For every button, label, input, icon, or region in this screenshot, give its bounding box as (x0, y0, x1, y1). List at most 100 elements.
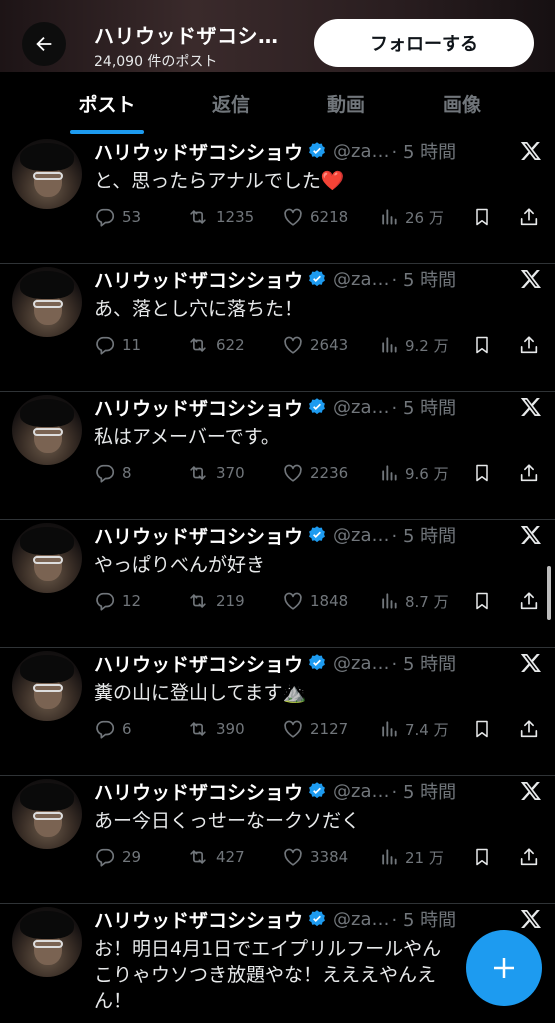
avatar[interactable] (12, 395, 82, 465)
back-button[interactable] (22, 22, 66, 66)
like-button[interactable]: 6218 (282, 202, 348, 232)
like-button[interactable]: 2236 (282, 458, 348, 488)
author-handle[interactable]: @za… (333, 269, 389, 290)
reply-button[interactable]: 29 (94, 842, 141, 872)
follow-button[interactable]: フォローする (314, 19, 534, 67)
post-time[interactable]: · 5 時間 (392, 906, 457, 932)
avatar[interactable] (12, 651, 82, 721)
author-name[interactable]: ハリウッドザコシショウ (94, 778, 303, 805)
x-logo-icon[interactable] (519, 395, 543, 423)
post-item[interactable]: ハリウッドザコシショウ @za… · 5 時間 糞の山に登山してます⛰️ 6 390 212… (0, 648, 555, 776)
tab-posts[interactable]: ポスト (42, 72, 172, 134)
avatar[interactable] (12, 779, 82, 849)
post-feed[interactable]: ハリウッドザコシショウ @za… · 5 時間 と、思ったらアナルでした❤️ 53 123… (0, 134, 555, 1023)
share-button[interactable] (518, 714, 546, 744)
avatar[interactable] (12, 139, 82, 209)
reply-button[interactable]: 8 (94, 458, 132, 488)
reply-icon (94, 718, 122, 740)
share-button[interactable] (518, 458, 546, 488)
arrow-left-icon (36, 36, 52, 52)
x-logo-icon[interactable] (519, 651, 543, 679)
author-handle[interactable]: @za… (333, 781, 389, 802)
likes-count: 6218 (310, 208, 349, 226)
share-button[interactable] (518, 202, 546, 232)
share-icon (518, 462, 546, 484)
views-button[interactable]: 26 万 (379, 202, 444, 232)
share-icon (518, 590, 546, 612)
post-time[interactable]: · 5 時間 (392, 138, 457, 164)
post-item[interactable]: ハリウッドザコシショウ @za… · 5 時間 あー今日くっせーなークソだく 29 427… (0, 776, 555, 904)
profile-header: ハリウッドザコシ… 24,090 件のポスト フォローする (0, 0, 555, 72)
post-header: ハリウッドザコシショウ @za… · 5 時間 (94, 136, 514, 166)
post-item[interactable]: ハリウッドザコシショウ @za… · 5 時間 私はアメーバーです。 8 370 2236 9… (0, 392, 555, 520)
reply-icon (94, 206, 122, 228)
likes-count: 3384 (310, 848, 349, 866)
author-name[interactable]: ハリウッドザコシショウ (94, 906, 303, 933)
post-item[interactable]: ハリウッドザコシショウ @za… · 5 時間 やっぱりべんが好き 12 219 1848 8… (0, 520, 555, 648)
author-handle[interactable]: @za… (333, 653, 389, 674)
compose-button[interactable] (466, 930, 542, 1006)
post-header: ハリウッドザコシショウ @za… · 5 時間 (94, 648, 514, 678)
scrollbar[interactable] (547, 566, 551, 620)
views-count: 9.2 万 (405, 336, 449, 355)
x-logo-icon[interactable] (519, 779, 543, 807)
avatar[interactable] (12, 907, 82, 977)
x-logo-icon[interactable] (519, 139, 543, 167)
share-button[interactable] (518, 330, 546, 360)
reply-button[interactable]: 6 (94, 714, 132, 744)
author-handle[interactable]: @za… (333, 909, 389, 930)
repost-button[interactable]: 370 (186, 458, 245, 488)
share-button[interactable] (518, 842, 546, 872)
author-name[interactable]: ハリウッドザコシショウ (94, 522, 303, 549)
reply-button[interactable]: 53 (94, 202, 141, 232)
bookmark-button[interactable] (472, 202, 498, 232)
views-button[interactable]: 7.4 万 (379, 714, 449, 744)
post-time[interactable]: · 5 時間 (392, 394, 457, 420)
tab-replies[interactable]: 返信 (166, 72, 296, 134)
tab-images[interactable]: 画像 (397, 72, 527, 134)
bookmark-button[interactable] (472, 330, 498, 360)
post-time[interactable]: · 5 時間 (392, 266, 457, 292)
bookmark-button[interactable] (472, 842, 498, 872)
author-name[interactable]: ハリウッドザコシショウ (94, 266, 303, 293)
views-button[interactable]: 9.6 万 (379, 458, 449, 488)
author-name[interactable]: ハリウッドザコシショウ (94, 650, 303, 677)
x-logo-icon[interactable] (519, 523, 543, 551)
x-logo-icon[interactable] (519, 907, 543, 935)
author-name[interactable]: ハリウッドザコシショウ (94, 394, 303, 421)
like-button[interactable]: 2127 (282, 714, 348, 744)
post-time[interactable]: · 5 時間 (392, 522, 457, 548)
like-button[interactable]: 3384 (282, 842, 348, 872)
views-button[interactable]: 8.7 万 (379, 586, 449, 616)
author-name[interactable]: ハリウッドザコシショウ (94, 138, 303, 165)
repost-button[interactable]: 390 (186, 714, 245, 744)
bookmark-button[interactable] (472, 586, 498, 616)
post-time[interactable]: · 5 時間 (392, 650, 457, 676)
post-header: ハリウッドザコシショウ @za… · 5 時間 (94, 264, 514, 294)
author-handle[interactable]: @za… (333, 525, 389, 546)
repost-button[interactable]: 219 (186, 586, 245, 616)
author-handle[interactable]: @za… (333, 141, 389, 162)
avatar[interactable] (12, 523, 82, 593)
reply-button[interactable]: 11 (94, 330, 141, 360)
avatar[interactable] (12, 267, 82, 337)
repost-button[interactable]: 427 (186, 842, 245, 872)
repost-button[interactable]: 1235 (186, 202, 254, 232)
tab-videos[interactable]: 動画 (281, 72, 411, 134)
repost-button[interactable]: 622 (186, 330, 245, 360)
like-button[interactable]: 1848 (282, 586, 348, 616)
post-item[interactable]: ハリウッドザコシショウ @za… · 5 時間 と、思ったらアナルでした❤️ 53 123… (0, 136, 555, 264)
post-text: あ、落とし穴に落ちた！ (94, 298, 304, 320)
repost-icon (186, 590, 216, 612)
author-handle[interactable]: @za… (333, 397, 389, 418)
bookmark-button[interactable] (472, 458, 498, 488)
views-button[interactable]: 21 万 (379, 842, 444, 872)
reply-button[interactable]: 12 (94, 586, 141, 616)
post-item[interactable]: ハリウッドザコシショウ @za… · 5 時間あ、落とし穴に落ちた！ 11 622 264… (0, 264, 555, 392)
post-time[interactable]: · 5 時間 (392, 778, 457, 804)
like-button[interactable]: 2643 (282, 330, 348, 360)
views-button[interactable]: 9.2 万 (379, 330, 449, 360)
x-logo-icon[interactable] (519, 267, 543, 295)
share-button[interactable] (518, 586, 546, 616)
bookmark-button[interactable] (472, 714, 498, 744)
